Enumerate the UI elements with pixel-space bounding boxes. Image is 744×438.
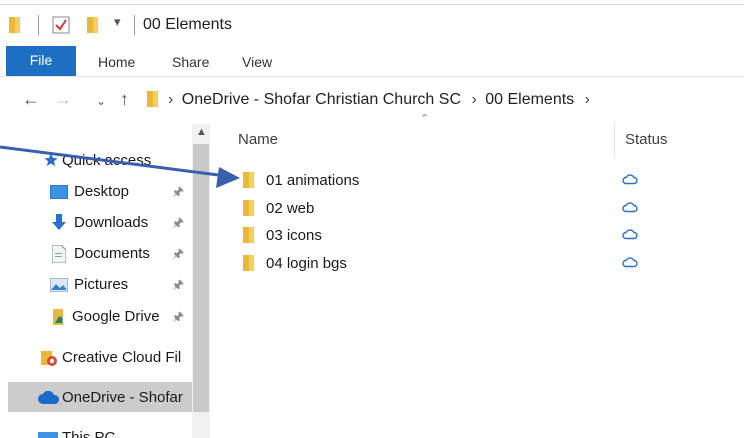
- sidebar-item-pictures[interactable]: Pictures 🖈: [0, 272, 190, 298]
- breadcrumb-onedrive[interactable]: OneDrive - Shofar Christian Church SC: [182, 91, 461, 108]
- tab-home[interactable]: Home: [98, 54, 135, 70]
- cloud-outline-icon: [622, 255, 638, 273]
- google-drive-icon: [52, 308, 66, 330]
- sidebar-item-this-pc[interactable]: This PC: [0, 428, 190, 438]
- tab-share[interactable]: Share: [172, 54, 209, 70]
- download-arrow-icon: [52, 214, 66, 236]
- table-row[interactable]: 02 web: [240, 196, 710, 222]
- forward-arrow-icon[interactable]: →: [54, 89, 72, 109]
- new-folder-icon[interactable]: [86, 16, 100, 39]
- document-icon: [51, 244, 67, 267]
- sidebar-item-desktop[interactable]: Desktop 🖈: [0, 179, 190, 205]
- pin-icon[interactable]: 🖈: [172, 245, 184, 267]
- sidebar-item-label: OneDrive - Shofar: [62, 389, 183, 406]
- cloud-outline-icon: [622, 227, 638, 245]
- sidebar-item-label: This PC: [62, 429, 116, 438]
- window-title: 00 Elements: [143, 16, 232, 33]
- folder-icon: [242, 171, 256, 194]
- pictures-icon: [49, 277, 69, 296]
- customize-dropdown-icon[interactable]: ▾: [114, 14, 121, 30]
- toolbar-separator: [134, 15, 135, 35]
- column-header-name[interactable]: Name: [238, 131, 278, 148]
- title-bar: ▾ 00 Elements: [0, 0, 744, 44]
- tab-view[interactable]: View: [242, 54, 272, 70]
- file-name: 02 web: [266, 200, 315, 217]
- file-name: 04 login bgs: [266, 255, 347, 272]
- folder-icon: [242, 199, 256, 222]
- cloud-outline-icon: [622, 200, 638, 218]
- cloud-outline-icon: [622, 172, 638, 190]
- sidebar-item-label: Quick access: [62, 152, 152, 169]
- window-top-border: [0, 4, 744, 5]
- sidebar-item-google-drive[interactable]: Google Drive 🖈: [0, 304, 190, 330]
- pin-icon[interactable]: 🖈: [172, 183, 184, 205]
- breadcrumb: › OneDrive - Shofar Christian Church SC …: [148, 91, 594, 109]
- recent-dropdown-icon[interactable]: ⌄: [96, 91, 106, 111]
- scrollbar-thumb[interactable]: [193, 144, 209, 412]
- sidebar-item-creative-cloud[interactable]: Creative Cloud Fil: [0, 345, 190, 371]
- table-row[interactable]: 04 login bgs: [240, 251, 710, 277]
- folder-icon: [242, 254, 256, 277]
- column-divider[interactable]: [614, 122, 615, 158]
- properties-check-icon[interactable]: [52, 16, 70, 39]
- sort-ascending-icon: ⌃: [420, 113, 430, 125]
- file-name: 03 icons: [266, 227, 322, 244]
- chevron-right-icon[interactable]: ›: [585, 91, 590, 108]
- folder-icon: [242, 226, 256, 249]
- pc-icon: [38, 432, 58, 438]
- sidebar-item-label: Creative Cloud Fil: [62, 349, 182, 366]
- file-name: 01 animations: [266, 172, 360, 189]
- up-arrow-icon[interactable]: ↑: [120, 89, 129, 109]
- sidebar-item-label: Google Drive: [72, 308, 160, 325]
- toolbar-separator: [38, 15, 39, 35]
- desktop-icon: [50, 185, 68, 203]
- sidebar-item-quick-access[interactable]: Quick access: [0, 148, 190, 174]
- sidebar-item-label: Desktop: [74, 183, 130, 200]
- creative-cloud-icon: [40, 349, 58, 371]
- column-header-status[interactable]: Status: [625, 131, 668, 148]
- pin-icon[interactable]: 🖈: [172, 308, 184, 330]
- folder-icon: [8, 16, 22, 39]
- scroll-up-arrow-icon[interactable]: ▲: [196, 126, 207, 138]
- table-row[interactable]: 03 icons: [240, 223, 710, 249]
- breadcrumb-00-elements[interactable]: 00 Elements: [485, 91, 574, 108]
- onedrive-cloud-icon: [38, 390, 60, 409]
- pin-icon[interactable]: 🖈: [172, 276, 184, 298]
- ribbon-tab-bar: File Home Share View: [0, 46, 744, 77]
- star-icon: [44, 153, 58, 171]
- tab-file[interactable]: File: [6, 46, 76, 76]
- chevron-right-icon: ›: [168, 91, 174, 108]
- sidebar-item-downloads[interactable]: Downloads 🖈: [0, 210, 190, 236]
- address-bar: ← → ⌄ ↑ › OneDrive - Shofar Christian Ch…: [0, 82, 744, 118]
- sidebar-item-label: Documents: [74, 245, 150, 262]
- sidebar-item-onedrive[interactable]: OneDrive - Shofar: [0, 385, 190, 411]
- table-row[interactable]: 01 animations: [240, 168, 710, 194]
- sidebar-item-documents[interactable]: Documents 🖈: [0, 241, 190, 267]
- back-arrow-icon[interactable]: ←: [22, 89, 40, 109]
- pin-icon[interactable]: 🖈: [172, 214, 184, 236]
- chevron-right-icon[interactable]: ›: [471, 91, 476, 108]
- sidebar-item-label: Pictures: [74, 276, 129, 293]
- sidebar-item-label: Downloads: [74, 214, 149, 231]
